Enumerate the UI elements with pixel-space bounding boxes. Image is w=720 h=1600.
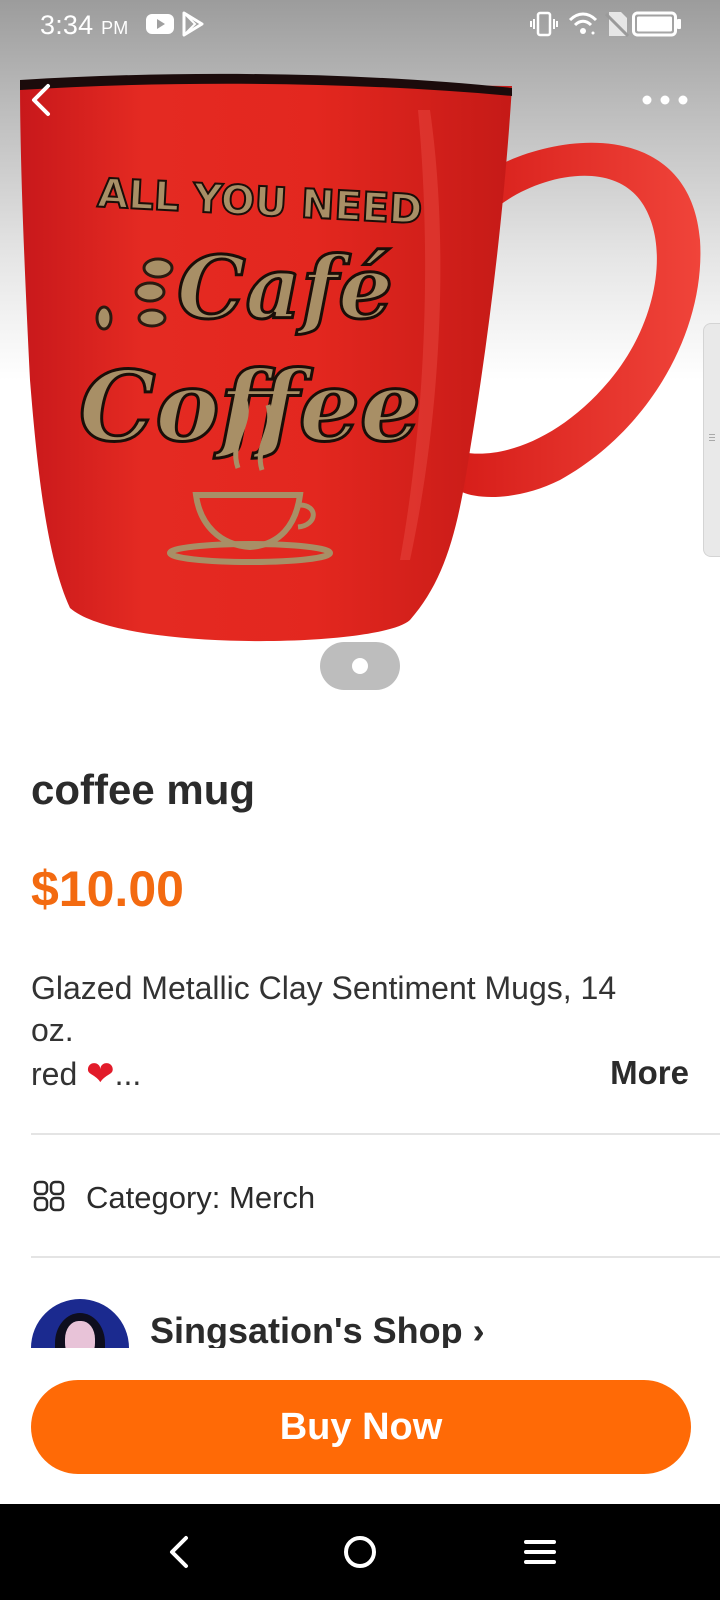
home-icon[interactable] xyxy=(338,1530,382,1574)
system-navigation-bar xyxy=(0,1504,720,1600)
status-bar: 3:34 PM xyxy=(0,0,720,50)
buy-now-button[interactable]: Buy Now xyxy=(31,1380,691,1474)
edge-panel-handle[interactable] xyxy=(703,323,720,557)
category-label: Category: Merch xyxy=(86,1180,316,1215)
shop-avatar[interactable] xyxy=(31,1299,129,1348)
divider xyxy=(31,1133,720,1135)
battery-icon xyxy=(632,11,681,37)
heart-icon: ❤ xyxy=(86,1055,115,1093)
menu-icon[interactable] xyxy=(518,1530,562,1574)
product-image-carousel[interactable]: ALL YOU NEED Café Coffee 3:34 PM xyxy=(0,0,720,700)
status-time: 3:34 PM xyxy=(40,10,129,40)
more-options-icon[interactable] xyxy=(640,84,690,116)
divider xyxy=(31,1256,720,1258)
coffee-mug-image: ALL YOU NEED Café Coffee xyxy=(20,73,701,642)
no-sim-icon xyxy=(605,12,629,37)
back-arrow-icon[interactable] xyxy=(22,78,62,122)
mug-text-line2: Café xyxy=(177,238,393,339)
product-price: $10.00 xyxy=(31,861,184,917)
vibrate-icon xyxy=(530,11,558,37)
more-description-button[interactable]: More xyxy=(610,1054,689,1092)
shop-name-link[interactable]: Singsation's Shop › xyxy=(150,1310,485,1348)
product-description-line: Glazed Metallic Clay Sentiment Mugs, 14 xyxy=(31,970,617,1006)
category-icon xyxy=(33,1180,65,1212)
page-indicator-dot xyxy=(352,658,368,674)
play-store-icon xyxy=(182,11,204,37)
shop-row[interactable]: Singsation's Shop › xyxy=(0,1290,720,1348)
youtube-icon xyxy=(146,14,174,34)
wifi-icon xyxy=(568,12,598,35)
avatar-face xyxy=(65,1321,95,1348)
product-description-line: red ❤... xyxy=(31,1055,142,1093)
mug-text-line3: Coffee xyxy=(79,350,421,463)
back-icon[interactable] xyxy=(158,1530,202,1574)
product-description-line: oz. xyxy=(31,1012,74,1048)
product-title: coffee mug xyxy=(31,766,256,813)
image-page-indicator xyxy=(320,642,400,690)
